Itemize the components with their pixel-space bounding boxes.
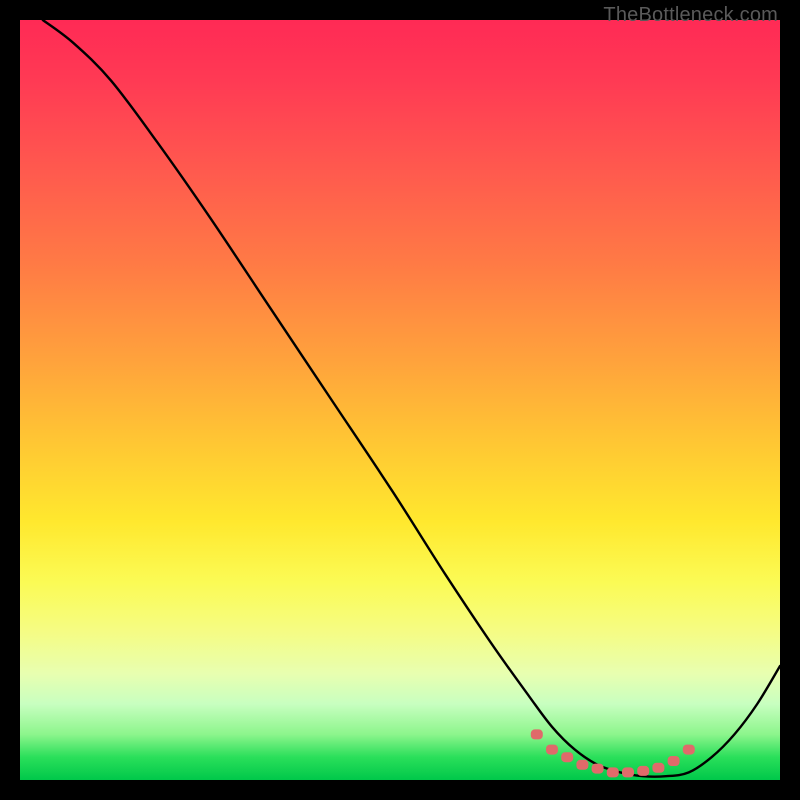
- marker-dot: [683, 745, 695, 755]
- bottleneck-curve: [43, 20, 780, 777]
- marker-dot: [668, 756, 680, 766]
- marker-dot: [637, 766, 649, 776]
- marker-dot: [652, 763, 664, 773]
- marker-dot: [607, 767, 619, 777]
- marker-dot: [622, 767, 634, 777]
- marker-dot: [561, 752, 573, 762]
- best-range-markers: [531, 729, 695, 777]
- marker-dot: [531, 729, 543, 739]
- marker-dot: [576, 760, 588, 770]
- curve-layer: [20, 20, 780, 780]
- marker-dot: [546, 745, 558, 755]
- attribution-label: TheBottleneck.com: [603, 4, 778, 27]
- plot-area: [20, 20, 780, 780]
- chart-container: TheBottleneck.com: [0, 0, 800, 800]
- marker-dot: [592, 764, 604, 774]
